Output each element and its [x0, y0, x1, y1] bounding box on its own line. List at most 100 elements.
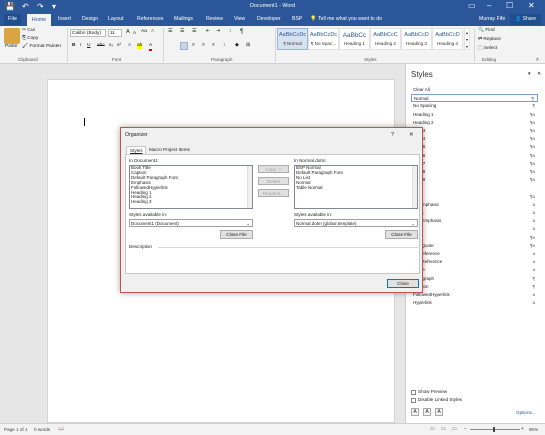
increase-indent-icon[interactable]: ⇥ [216, 29, 220, 35]
highlight-icon[interactable]: ab [137, 43, 143, 49]
justify-icon[interactable]: ≡ [212, 43, 215, 49]
disable-linked-styles-checkbox[interactable] [411, 398, 416, 403]
shrink-font-icon[interactable]: A [133, 30, 136, 36]
style-heading-4[interactable]: AaBbCcD Heading 4 [432, 28, 463, 50]
left-list-scrollbar[interactable] [247, 166, 252, 208]
sort-icon[interactable]: ↕ [229, 29, 231, 35]
dialog-close-icon[interactable]: ✕ [409, 132, 414, 138]
style-list-item[interactable]: nga [411, 225, 538, 233]
tab-review[interactable]: Review [206, 16, 223, 23]
tab-layout[interactable]: Layout [108, 16, 124, 23]
minimize-icon[interactable]: – [487, 1, 491, 11]
style-list-item[interactable]: ding 5¶a [411, 143, 538, 151]
align-center-icon[interactable]: ≡ [192, 43, 195, 49]
style-list-item[interactable]: ding 6¶a [411, 152, 538, 160]
change-case-icon[interactable]: Aa [141, 29, 147, 35]
style-list-item[interactable]: nse Quote ¶a [411, 242, 538, 250]
style-list-item[interactable]: Hyperlink a [411, 299, 538, 307]
bullets-icon[interactable]: ☰ [168, 29, 172, 35]
style-list-item[interactable]: ding 7¶a [411, 160, 538, 168]
find-button[interactable]: 🔍 Find [478, 28, 495, 34]
style-normal[interactable]: AaBbCcDc ¶ Normal [277, 28, 308, 50]
share-button[interactable]: 👤 Share [510, 14, 541, 25]
style-list-item[interactable]: hasisa [411, 209, 538, 217]
right-available-select[interactable]: Normal.dotm (global template) ⌄ [294, 219, 418, 227]
font-size-select[interactable]: 11 [108, 29, 122, 37]
page-count[interactable]: Page 1 of 1 [4, 427, 28, 432]
copy-button[interactable]: Copy -> [258, 165, 289, 173]
close-icon[interactable]: ✕ [528, 1, 535, 11]
left-style-list[interactable]: Book Title Caption Default Paragraph Font E… [129, 165, 253, 209]
font-name-select[interactable]: Calibri (Body) [70, 29, 106, 37]
save-icon[interactable]: 💾 [5, 2, 15, 11]
tab-bsp[interactable]: BSP [292, 16, 302, 23]
copy-button[interactable]: ⎘ Copy [22, 36, 38, 42]
proofing-icon[interactable]: 📖 [58, 426, 64, 432]
tab-references[interactable]: References [137, 16, 164, 23]
style-list-item[interactable]: FollowedHyperlink a [411, 291, 538, 299]
style-list-item[interactable]: tle Emphasis a [411, 201, 538, 209]
tab-insert[interactable]: Insert [58, 16, 71, 23]
paste-icon[interactable] [4, 28, 20, 44]
style-list-item[interactable]: nse Reference a [411, 258, 538, 266]
right-list-item[interactable]: Table Normal [295, 185, 417, 191]
web-layout-icon[interactable]: ▭ [452, 426, 457, 432]
zoom-level[interactable]: 90% [529, 427, 538, 432]
grow-font-icon[interactable]: A [126, 29, 130, 35]
style-list-item[interactable]: tle Reference a [411, 250, 538, 258]
close-file-left-button[interactable]: Close File [220, 230, 253, 239]
undo-icon[interactable]: ↶ [22, 2, 29, 11]
ribbon-display-icon[interactable]: ▭ [468, 1, 476, 11]
style-heading-3[interactable]: AaBbCcD Heading 3 [401, 28, 432, 50]
select-button[interactable]: ⬚ Select [478, 46, 497, 52]
tab-view[interactable]: View [234, 16, 245, 23]
tab-developer[interactable]: Developer [257, 16, 281, 23]
tab-styles[interactable]: Styles [126, 146, 146, 154]
read-mode-icon[interactable]: ▭ [430, 426, 435, 432]
tab-mailings[interactable]: Mailings [174, 16, 193, 23]
zoom-slider-thumb[interactable] [493, 427, 495, 432]
style-list-item[interactable]: ding 9¶a [411, 176, 538, 184]
redo-icon[interactable]: ↷ [37, 2, 44, 11]
options-link[interactable]: Options... [516, 410, 536, 415]
style-list-item[interactable]: ding 8¶a [411, 168, 538, 176]
left-list-item[interactable]: Heading 3 [130, 199, 252, 205]
underline-button[interactable]: U [87, 43, 90, 49]
bold-button[interactable]: B [72, 43, 75, 49]
style-list-item[interactable]: title¶a [411, 193, 538, 201]
strikethrough-button[interactable]: abc [97, 43, 105, 49]
line-spacing-icon[interactable]: ↕ [223, 43, 225, 49]
style-list-item[interactable] [411, 184, 538, 192]
style-inspector-icon[interactable]: A [423, 408, 431, 416]
show-marks-button[interactable]: ¶ [240, 29, 243, 35]
styles-gallery-scroll[interactable]: ▴ ▾ ▾ [464, 28, 470, 50]
style-list-item[interactable]: te¶a [411, 234, 538, 242]
cut-button[interactable]: ✂ Cut [22, 28, 35, 34]
borders-icon[interactable]: ⊞ [246, 43, 250, 49]
customize-qat-icon[interactable]: ▾ [52, 2, 56, 11]
word-count[interactable]: 0 words [34, 427, 50, 432]
italic-button[interactable]: I [80, 43, 81, 49]
clear-formatting-icon[interactable]: A [151, 29, 154, 35]
collapse-ribbon-icon[interactable]: ˄ [536, 57, 539, 63]
close-button[interactable]: Close [387, 279, 419, 288]
tab-macro-project-items[interactable]: Macro Project Items [148, 147, 196, 154]
shading-icon[interactable]: ◆ [235, 43, 239, 49]
decrease-indent-icon[interactable]: ⇤ [206, 29, 210, 35]
format-painter-button[interactable]: 🖌 Format Painter [22, 44, 61, 50]
close-file-right-button[interactable]: Close File [385, 230, 418, 239]
style-list-item[interactable]: k Titlea [411, 266, 538, 274]
style-list-item[interactable]: nse Emphasis a [411, 217, 538, 225]
pane-options-icon[interactable]: ▾ [528, 71, 531, 77]
paste-button[interactable]: Paste [5, 44, 17, 50]
superscript-button[interactable]: x² [117, 43, 121, 49]
print-layout-icon[interactable]: ▭ [441, 426, 446, 432]
align-left-icon[interactable] [180, 42, 188, 50]
zoom-out-icon[interactable]: − [464, 426, 467, 432]
style-list-item[interactable]: Clear All [411, 86, 538, 94]
numbering-icon[interactable]: ☰ [180, 29, 184, 35]
tab-home[interactable]: Home [27, 14, 51, 26]
zoom-in-icon[interactable]: + [521, 426, 524, 432]
subscript-button[interactable]: x₂ [109, 43, 113, 49]
zoom-slider[interactable] [470, 429, 520, 430]
